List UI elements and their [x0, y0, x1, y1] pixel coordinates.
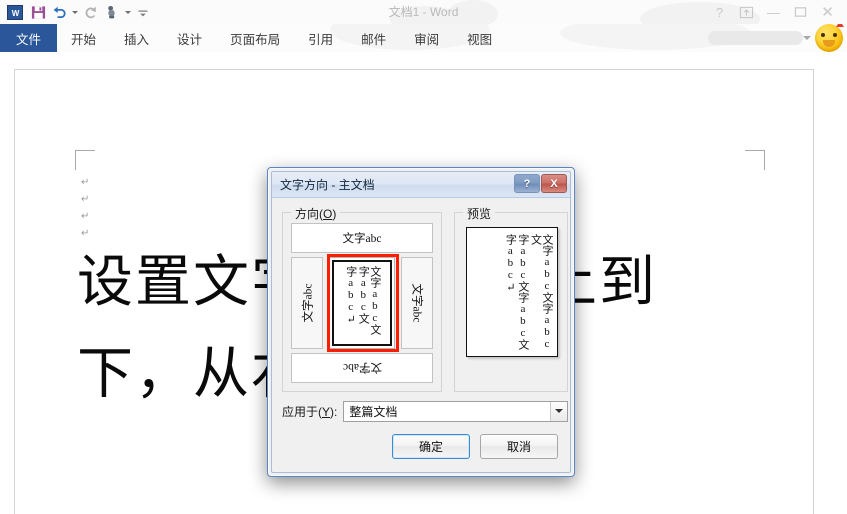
tab-mailings[interactable]: 邮件 — [347, 24, 400, 52]
tab-insert[interactable]: 插入 — [110, 24, 163, 52]
touch-mode-icon[interactable] — [102, 2, 122, 23]
direction-option-vertical-col-1: 文字abc文字abc文 — [357, 266, 381, 335]
ribbon-right-controls[interactable] — [803, 24, 844, 52]
restore-icon — [794, 7, 807, 17]
touch-mode-dropdown-icon[interactable] — [122, 2, 134, 23]
preview-column-2: 字abc文字abc文 — [516, 234, 529, 350]
undo-icon-svg — [53, 6, 66, 19]
preview-column-1: 文字abc文字abc文 — [529, 234, 553, 350]
margin-mark-top-right — [745, 150, 765, 170]
save-icon-svg — [31, 6, 45, 19]
quick-access-toolbar[interactable]: W — [4, 2, 152, 23]
preview-group: 预览 文字abc文字abc文 字abc文字abc文 字abc↵ — [454, 205, 568, 392]
save-icon[interactable] — [26, 2, 50, 23]
title-bar: W 文档1 - Word ? — ✕ — [0, 0, 847, 24]
chevron-down-icon-2 — [125, 11, 131, 14]
ribbon-tab-bar: 文件 开始 插入 设计 页面布局 引用 邮件 审阅 视图 — [0, 24, 847, 52]
chevron-down-icon — [72, 11, 78, 14]
direction-option-rotate-right-label: 文字abc — [410, 283, 422, 323]
direction-option-horizontal-label: 文字abc — [342, 233, 382, 245]
ribbon-display-options-button[interactable] — [733, 2, 760, 23]
avatar[interactable] — [815, 24, 844, 52]
preview-columns: 文字abc文字abc文 字abc文字abc文 字abc↵ — [467, 228, 557, 356]
empty-paragraph-marks: ↵ ↵ ↵ ↵ — [81, 177, 90, 239]
account-dropdown-icon[interactable] — [803, 36, 811, 40]
titlebar-decoration-cloud-2 — [448, 0, 498, 24]
dialog-help-button[interactable]: ? — [514, 174, 540, 193]
avatar-horn-icon — [836, 24, 844, 27]
direction-option-horizontal[interactable]: 文字abc — [291, 223, 433, 253]
direction-option-rotate-left[interactable]: 文字abc — [291, 257, 323, 349]
preview-column-3: 字abc↵ — [504, 234, 517, 294]
tab-design[interactable]: 设计 — [163, 24, 216, 52]
close-button[interactable]: ✕ — [814, 2, 841, 23]
preview-group-label: 预览 — [463, 205, 496, 222]
text-direction-dialog[interactable]: 文字方向 - 主文档 ? X 方向(O) 文字abc 文字abc 文字abc文字… — [267, 167, 575, 477]
undo-icon[interactable] — [50, 2, 70, 23]
customize-qat-icon[interactable] — [134, 2, 152, 23]
preview-page: 文字abc文字abc文 字abc文字abc文 字abc↵ — [466, 227, 558, 357]
word-logo-icon: W — [4, 2, 26, 23]
ribbon-tabs[interactable]: 文件 开始 插入 设计 页面布局 引用 邮件 审阅 视图 — [0, 24, 506, 52]
apply-to-label: 应用于(Y): — [282, 404, 338, 419]
apply-to-row: 应用于(Y): 整篇文档 — [282, 400, 568, 422]
word-window: W 文档1 - Word ? — ✕ 文件 开始 插入 设计 页面布局 引用 邮… — [0, 0, 847, 514]
tab-review[interactable]: 审阅 — [400, 24, 453, 52]
dialog-title-bar[interactable]: 文字方向 - 主文档 ? X — [272, 172, 570, 198]
undo-dropdown-icon[interactable] — [70, 2, 80, 23]
customize-qat-icon-svg — [138, 10, 148, 16]
tab-references[interactable]: 引用 — [294, 24, 347, 52]
direction-group-label: 方向(O) — [291, 205, 341, 222]
direction-option-vertical-col-2: 字abc↵ — [344, 266, 357, 326]
tab-home[interactable]: 开始 — [57, 24, 110, 52]
direction-option-upside-down[interactable]: 文字abc — [291, 353, 433, 383]
dialog-title: 文字方向 - 主文档 — [280, 178, 375, 192]
direction-option-upside-down-label: 文字abc — [342, 361, 382, 373]
chevron-down-icon-apply-to[interactable] — [550, 401, 567, 421]
apply-to-value: 整篇文档 — [349, 404, 398, 419]
dialog-actions[interactable]: 确定 取消 — [392, 434, 558, 459]
minimize-button[interactable]: — — [760, 2, 787, 23]
word-logo-glyph: W — [7, 5, 23, 20]
direction-option-vertical-rl-inner: 文字abc文字abc文 字abc↵ — [332, 260, 392, 346]
redo-icon[interactable] — [80, 2, 102, 23]
dialog-inner: 文字方向 - 主文档 ? X 方向(O) 文字abc 文字abc 文字abc文字… — [271, 171, 571, 473]
redo-icon-svg — [85, 6, 96, 19]
window-controls[interactable]: ? — ✕ — [706, 1, 841, 23]
direction-option-vertical-columns: 文字abc文字abc文 字abc↵ — [344, 262, 381, 344]
chevron-down-glyph — [555, 409, 563, 413]
help-button[interactable]: ? — [706, 2, 733, 23]
cancel-button[interactable]: 取消 — [480, 434, 558, 459]
direction-group: 方向(O) 文字abc 文字abc 文字abc文字abc文 字abc↵ 文字ab… — [282, 205, 442, 392]
apply-to-select[interactable]: 整篇文档 — [343, 400, 568, 422]
tab-page-layout[interactable]: 页面布局 — [216, 24, 294, 52]
direction-options[interactable]: 文字abc 文字abc 文字abc文字abc文 字abc↵ 文字abc 文字ab… — [291, 223, 433, 383]
tab-file[interactable]: 文件 — [0, 24, 58, 52]
direction-option-rotate-left-label: 文字abc — [302, 283, 314, 323]
restore-button[interactable] — [787, 2, 814, 23]
tab-view[interactable]: 视图 — [453, 24, 506, 52]
account-name-pill-shape — [708, 31, 803, 45]
account-name-pill[interactable] — [708, 31, 803, 45]
dialog-close-button[interactable]: X — [541, 174, 567, 193]
direction-option-vertical-rl[interactable]: 文字abc文字abc文 字abc↵ — [329, 257, 395, 349]
ok-button[interactable]: 确定 — [392, 434, 470, 459]
touch-mode-icon-svg — [107, 5, 115, 19]
ribbon-display-icon — [739, 6, 754, 18]
dialog-title-buttons[interactable]: ? X — [514, 174, 567, 193]
direction-option-rotate-right[interactable]: 文字abc — [401, 257, 433, 349]
margin-mark-top-left — [75, 150, 95, 170]
